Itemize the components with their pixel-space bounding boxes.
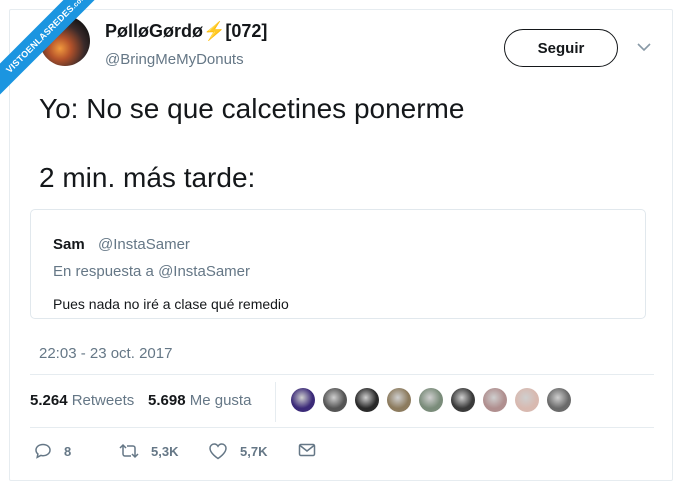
retweets-label: Retweets xyxy=(71,392,135,409)
reply-count: 8 xyxy=(64,443,72,459)
liker-avatars xyxy=(291,388,579,412)
quoted-reply-to: En respuesta a @InstaSamer xyxy=(53,263,250,280)
retweet-action[interactable]: 5,3K xyxy=(119,442,178,460)
envelope-icon xyxy=(298,443,316,457)
reply-icon xyxy=(35,443,51,459)
reply-action[interactable]: 8 xyxy=(34,442,71,460)
like-action[interactable]: 5,7K xyxy=(208,442,267,460)
likes-count: 5.698 xyxy=(148,392,186,409)
stats-separator xyxy=(275,382,276,422)
quoted-text: Pues nada no iré a clase qué remedio xyxy=(53,296,289,312)
liker-avatar[interactable] xyxy=(323,388,347,412)
heart-icon xyxy=(209,443,227,460)
likes-label: Me gusta xyxy=(189,392,252,409)
liker-avatar[interactable] xyxy=(387,388,411,412)
liker-avatar[interactable] xyxy=(291,388,315,412)
like-count: 5,7K xyxy=(240,443,268,459)
liker-avatar[interactable] xyxy=(515,388,539,412)
chevron-down-icon[interactable] xyxy=(637,42,651,52)
tweet-text-line-2: 2 min. más tarde: xyxy=(39,162,256,193)
quoted-tweet[interactable]: Sam @InstaSamer En respuesta a @InstaSam… xyxy=(30,209,646,319)
liker-avatar[interactable] xyxy=(419,388,443,412)
retweet-icon xyxy=(119,443,139,459)
retweets-count: 5.264 xyxy=(30,392,68,409)
liker-avatar[interactable] xyxy=(355,388,379,412)
divider xyxy=(30,374,654,375)
quoted-author-handle: @InstaSamer xyxy=(98,236,190,253)
author-handle[interactable]: @BringMeMyDonuts xyxy=(105,51,244,68)
liker-avatar[interactable] xyxy=(547,388,571,412)
divider xyxy=(30,427,654,428)
tweet-text-line-1: Yo: No se que calcetines ponerme xyxy=(39,93,465,124)
retweet-count: 5,3K xyxy=(151,443,179,459)
liker-avatar[interactable] xyxy=(451,388,475,412)
watermark-domain: .com xyxy=(70,0,88,11)
tweet-card: PølløGørdø⚡[072] @BringMeMyDonuts Seguir… xyxy=(9,9,673,481)
retweets-stat[interactable]: 5.264 Retweets xyxy=(30,392,134,409)
follow-button[interactable]: Seguir xyxy=(504,29,618,67)
likes-stat[interactable]: 5.698 Me gusta xyxy=(148,392,251,409)
quoted-author-name: Sam xyxy=(53,236,85,253)
timestamp[interactable]: 22:03 - 23 oct. 2017 xyxy=(39,345,172,362)
liker-avatar[interactable] xyxy=(483,388,507,412)
direct-message-action[interactable] xyxy=(298,442,328,458)
author-name[interactable]: PølløGørdø⚡[072] xyxy=(105,21,267,42)
